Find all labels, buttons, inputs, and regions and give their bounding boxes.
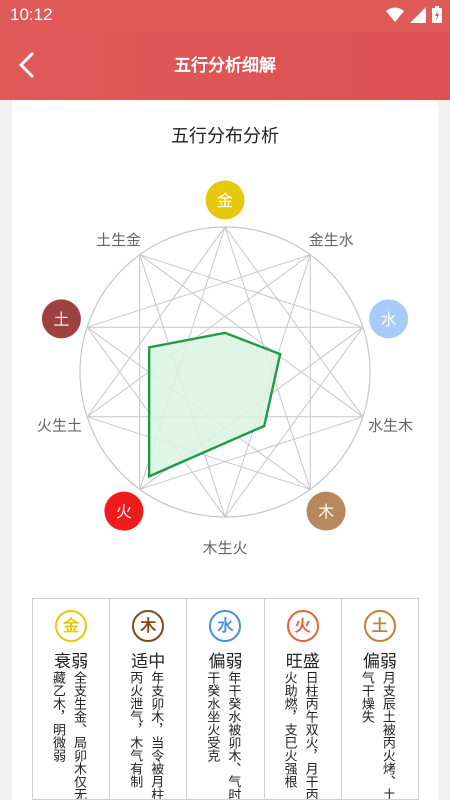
wifi-icon [386, 7, 404, 22]
relation-label: 土生金 [96, 231, 141, 249]
data-polygon [147, 331, 282, 479]
element-badge: 金 [55, 610, 87, 642]
app-bar: 五行分析细解 [0, 32, 450, 100]
element-status: 旺盛 [285, 652, 320, 672]
relation-label: 金生水 [309, 231, 354, 249]
grid-line [86, 254, 311, 328]
grid-line [139, 254, 364, 328]
element-description: 日柱丙午双火，月干丙火助燃，支巳火强根 [281, 671, 318, 800]
element-node-label: 木 [318, 502, 334, 521]
status-time: 10:12 [10, 5, 53, 24]
battery-icon [432, 6, 442, 23]
element-column: 土偏弱 月支辰土被丙火烤、土气干燥失 [342, 599, 418, 799]
element-column: 金衰弱 全支生金、局卯木仅无藏乙木，明微弱 [33, 599, 111, 800]
element-analysis-table: 金衰弱 全支生金、局卯木仅无藏乙木，明微弱木适中 年支卯木，当令被月柱丙火泄气，木气… [32, 598, 419, 800]
wuxing-radar-chart: 金水木 火 土 金生水水生木木生火 火生土 土生金 [37, 180, 413, 557]
element-node-label: 火 [116, 502, 132, 521]
element-status: 衰弱 [54, 652, 89, 672]
element-column: 水偏弱 年干癸水被卯木、气时干癸水坐火受克 [187, 599, 265, 800]
signal-icon [410, 6, 426, 23]
element-status: 适中 [131, 652, 166, 672]
element-badge: 土 [363, 610, 396, 642]
element-node-label: 土 [53, 310, 69, 329]
element-description: 年干癸水被卯木、气时干癸水坐火受克 [204, 671, 241, 800]
element-badge: 水 [209, 610, 242, 642]
element-status: 偏弱 [208, 652, 243, 672]
status-bar: 10:12 [0, 0, 450, 32]
element-status: 偏弱 [362, 652, 397, 672]
relation-label: 木生火 [202, 539, 247, 557]
page-title: 五行分析细解 [174, 56, 276, 76]
element-description: 全支生金、局卯木仅无藏乙木，明微弱 [50, 671, 86, 800]
element-column: 木适中 年支卯木，当令被月柱丙火泄气，木气有制 [110, 599, 188, 800]
relation-label: 火生土 [37, 416, 82, 434]
element-badge: 木 [132, 610, 165, 642]
status-icons [386, 6, 442, 23]
element-node-label: 水 [381, 310, 397, 329]
element-badge: 火 [286, 610, 319, 642]
element-description: 年支卯木，当令被月柱丙火泄气，木气有制 [127, 671, 164, 800]
element-column: 火旺盛 日柱丙午双火，月干丙火助燃，支巳火强根 [265, 599, 342, 799]
analysis-card: 五行分布分析 金水木火土金生水 水生木 木生火 火生土 土生金 金衰弱 全支生金、局卯木仅… [12, 100, 438, 800]
relation-label: 水生木 [368, 416, 413, 434]
element-description: 月支辰土被丙火烤、土气干燥失 [358, 671, 395, 800]
element-node-label: 金 [217, 191, 233, 210]
